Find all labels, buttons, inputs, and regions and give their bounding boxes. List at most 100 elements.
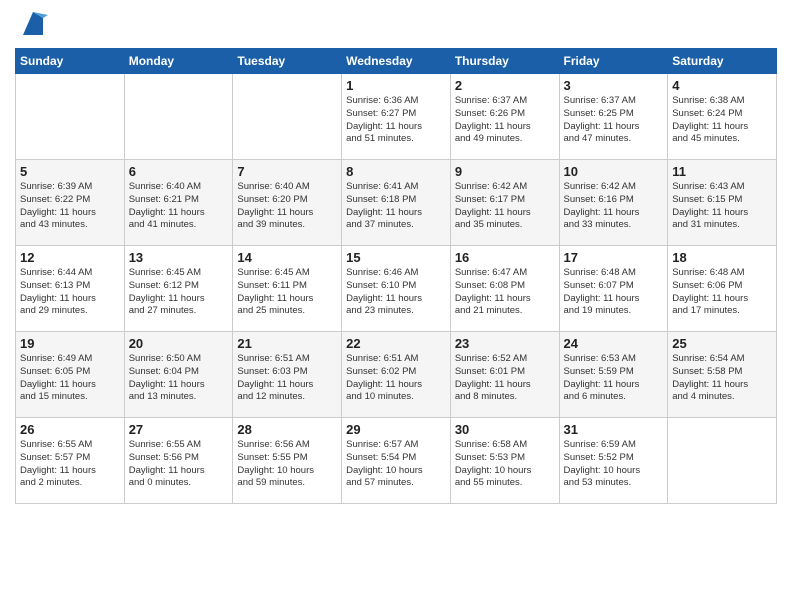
logo-icon [18, 10, 48, 40]
day-info: Sunrise: 6:40 AM Sunset: 6:20 PM Dayligh… [237, 181, 337, 232]
day-info: Sunrise: 6:55 AM Sunset: 5:56 PM Dayligh… [129, 439, 229, 490]
weekday-header-row: SundayMondayTuesdayWednesdayThursdayFrid… [16, 49, 777, 74]
day-info: Sunrise: 6:48 AM Sunset: 6:06 PM Dayligh… [672, 267, 772, 318]
calendar-cell: 23 Sunrise: 6:52 AM Sunset: 6:01 PM Dayli… [450, 332, 559, 418]
week-row-2: 12Sunrise: 6:44 AM Sunset: 6:13 PM Dayli… [16, 246, 777, 332]
calendar-cell: 31 Sunrise: 6:59 AM Sunset: 5:52 PM Dayli… [559, 418, 668, 504]
day-number: 5 [20, 164, 120, 179]
calendar-cell: 30 Sunrise: 6:58 AM Sunset: 5:53 PM Dayli… [450, 418, 559, 504]
day-info: Sunrise: 6:54 AM Sunset: 5:58 PM Dayligh… [672, 353, 772, 404]
day-info: Sunrise: 6:55 AM Sunset: 5:57 PM Dayligh… [20, 439, 120, 490]
week-row-4: 26 Sunrise: 6:55 AM Sunset: 5:57 PM Dayli… [16, 418, 777, 504]
calendar-cell: 27 Sunrise: 6:55 AM Sunset: 5:56 PM Dayli… [124, 418, 233, 504]
day-number: 27 [129, 422, 229, 437]
day-number: 1 [346, 78, 446, 93]
day-info: Sunrise: 6:43 AM Sunset: 6:15 PM Dayligh… [672, 181, 772, 232]
weekday-header-wednesday: Wednesday [342, 49, 451, 74]
calendar-cell [233, 74, 342, 160]
calendar-cell: 24Sunrise: 6:53 AM Sunset: 5:59 PM Dayli… [559, 332, 668, 418]
weekday-header-thursday: Thursday [450, 49, 559, 74]
calendar-cell: 3 Sunrise: 6:37 AM Sunset: 6:25 PM Daylig… [559, 74, 668, 160]
week-row-3: 19Sunrise: 6:49 AM Sunset: 6:05 PM Dayli… [16, 332, 777, 418]
day-number: 21 [237, 336, 337, 351]
calendar-cell: 10Sunrise: 6:42 AM Sunset: 6:16 PM Dayli… [559, 160, 668, 246]
calendar-cell: 16 Sunrise: 6:47 AM Sunset: 6:08 PM Dayli… [450, 246, 559, 332]
page-container: SundayMondayTuesdayWednesdayThursdayFrid… [0, 0, 792, 514]
calendar-table: SundayMondayTuesdayWednesdayThursdayFrid… [15, 48, 777, 504]
day-info: Sunrise: 6:48 AM Sunset: 6:07 PM Dayligh… [564, 267, 664, 318]
day-info: Sunrise: 6:41 AM Sunset: 6:18 PM Dayligh… [346, 181, 446, 232]
day-info: Sunrise: 6:37 AM Sunset: 6:26 PM Dayligh… [455, 95, 555, 146]
calendar-cell: 29Sunrise: 6:57 AM Sunset: 5:54 PM Dayli… [342, 418, 451, 504]
day-info: Sunrise: 6:58 AM Sunset: 5:53 PM Dayligh… [455, 439, 555, 490]
day-info: Sunrise: 6:42 AM Sunset: 6:17 PM Dayligh… [455, 181, 555, 232]
calendar-cell [16, 74, 125, 160]
day-info: Sunrise: 6:44 AM Sunset: 6:13 PM Dayligh… [20, 267, 120, 318]
calendar-cell: 21Sunrise: 6:51 AM Sunset: 6:03 PM Dayli… [233, 332, 342, 418]
calendar-cell: 8 Sunrise: 6:41 AM Sunset: 6:18 PM Daylig… [342, 160, 451, 246]
day-number: 13 [129, 250, 229, 265]
day-info: Sunrise: 6:40 AM Sunset: 6:21 PM Dayligh… [129, 181, 229, 232]
day-number: 25 [672, 336, 772, 351]
day-number: 3 [564, 78, 664, 93]
weekday-header-tuesday: Tuesday [233, 49, 342, 74]
day-info: Sunrise: 6:46 AM Sunset: 6:10 PM Dayligh… [346, 267, 446, 318]
week-row-1: 5 Sunrise: 6:39 AM Sunset: 6:22 PM Daylig… [16, 160, 777, 246]
day-number: 30 [455, 422, 555, 437]
calendar-cell: 11 Sunrise: 6:43 AM Sunset: 6:15 PM Dayli… [668, 160, 777, 246]
day-info: Sunrise: 6:56 AM Sunset: 5:55 PM Dayligh… [237, 439, 337, 490]
weekday-header-saturday: Saturday [668, 49, 777, 74]
weekday-header-friday: Friday [559, 49, 668, 74]
weekday-header-sunday: Sunday [16, 49, 125, 74]
day-info: Sunrise: 6:45 AM Sunset: 6:11 PM Dayligh… [237, 267, 337, 318]
calendar-cell: 20Sunrise: 6:50 AM Sunset: 6:04 PM Dayli… [124, 332, 233, 418]
logo [15, 15, 48, 40]
calendar-cell: 18 Sunrise: 6:48 AM Sunset: 6:06 PM Dayli… [668, 246, 777, 332]
day-info: Sunrise: 6:50 AM Sunset: 6:04 PM Dayligh… [129, 353, 229, 404]
day-info: Sunrise: 6:57 AM Sunset: 5:54 PM Dayligh… [346, 439, 446, 490]
calendar-cell: 22 Sunrise: 6:51 AM Sunset: 6:02 PM Dayli… [342, 332, 451, 418]
header [15, 10, 777, 40]
calendar-cell: 12Sunrise: 6:44 AM Sunset: 6:13 PM Dayli… [16, 246, 125, 332]
day-number: 19 [20, 336, 120, 351]
day-number: 31 [564, 422, 664, 437]
day-number: 22 [346, 336, 446, 351]
day-number: 18 [672, 250, 772, 265]
day-number: 23 [455, 336, 555, 351]
weekday-header-monday: Monday [124, 49, 233, 74]
day-info: Sunrise: 6:39 AM Sunset: 6:22 PM Dayligh… [20, 181, 120, 232]
day-info: Sunrise: 6:47 AM Sunset: 6:08 PM Dayligh… [455, 267, 555, 318]
calendar-cell: 25 Sunrise: 6:54 AM Sunset: 5:58 PM Dayli… [668, 332, 777, 418]
day-info: Sunrise: 6:52 AM Sunset: 6:01 PM Dayligh… [455, 353, 555, 404]
day-number: 14 [237, 250, 337, 265]
calendar-cell: 5 Sunrise: 6:39 AM Sunset: 6:22 PM Daylig… [16, 160, 125, 246]
calendar-cell: 28 Sunrise: 6:56 AM Sunset: 5:55 PM Dayli… [233, 418, 342, 504]
day-number: 2 [455, 78, 555, 93]
calendar-cell: 17 Sunrise: 6:48 AM Sunset: 6:07 PM Dayli… [559, 246, 668, 332]
day-number: 26 [20, 422, 120, 437]
day-info: Sunrise: 6:42 AM Sunset: 6:16 PM Dayligh… [564, 181, 664, 232]
calendar-cell: 26 Sunrise: 6:55 AM Sunset: 5:57 PM Dayli… [16, 418, 125, 504]
day-number: 9 [455, 164, 555, 179]
day-info: Sunrise: 6:36 AM Sunset: 6:27 PM Dayligh… [346, 95, 446, 146]
calendar-cell: 15Sunrise: 6:46 AM Sunset: 6:10 PM Dayli… [342, 246, 451, 332]
day-number: 8 [346, 164, 446, 179]
calendar-cell: 2 Sunrise: 6:37 AM Sunset: 6:26 PM Daylig… [450, 74, 559, 160]
calendar-cell: 13Sunrise: 6:45 AM Sunset: 6:12 PM Dayli… [124, 246, 233, 332]
day-info: Sunrise: 6:51 AM Sunset: 6:02 PM Dayligh… [346, 353, 446, 404]
calendar-cell: 7 Sunrise: 6:40 AM Sunset: 6:20 PM Daylig… [233, 160, 342, 246]
calendar-cell [124, 74, 233, 160]
day-number: 7 [237, 164, 337, 179]
calendar-cell: 1 Sunrise: 6:36 AM Sunset: 6:27 PM Daylig… [342, 74, 451, 160]
day-info: Sunrise: 6:59 AM Sunset: 5:52 PM Dayligh… [564, 439, 664, 490]
day-number: 17 [564, 250, 664, 265]
day-number: 16 [455, 250, 555, 265]
day-info: Sunrise: 6:38 AM Sunset: 6:24 PM Dayligh… [672, 95, 772, 146]
calendar-cell: 6Sunrise: 6:40 AM Sunset: 6:21 PM Daylig… [124, 160, 233, 246]
day-info: Sunrise: 6:37 AM Sunset: 6:25 PM Dayligh… [564, 95, 664, 146]
day-number: 11 [672, 164, 772, 179]
day-info: Sunrise: 6:53 AM Sunset: 5:59 PM Dayligh… [564, 353, 664, 404]
day-number: 4 [672, 78, 772, 93]
week-row-0: 1 Sunrise: 6:36 AM Sunset: 6:27 PM Daylig… [16, 74, 777, 160]
day-number: 28 [237, 422, 337, 437]
